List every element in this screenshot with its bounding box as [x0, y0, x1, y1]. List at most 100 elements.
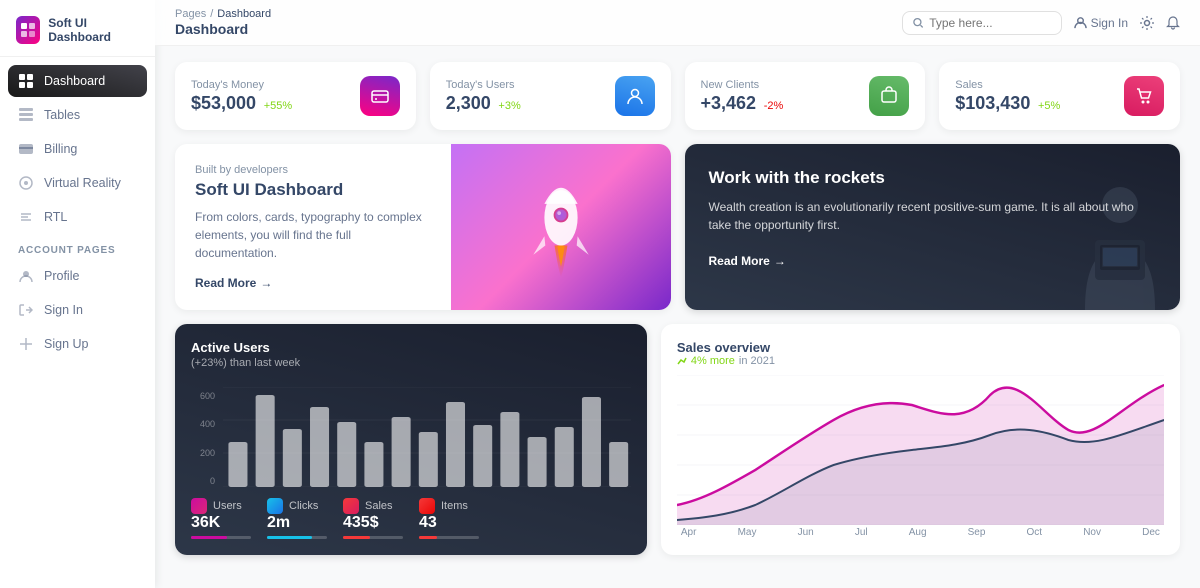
stat-sales-change: +5% — [1038, 100, 1060, 112]
x-axis-labels: AprMayJunJulAugSepOctNovDec — [677, 525, 1164, 538]
bar-chart-subtitle: (+23%) than last week — [191, 357, 300, 369]
sidebar-item-rtl[interactable]: RTL — [8, 201, 147, 233]
sidebar-item-billing-label: Billing — [44, 142, 77, 156]
line-chart-pct: 4% more — [691, 355, 735, 367]
stat-users-change: +3% — [498, 100, 520, 112]
dark-card-desc: Wealth creation is an evolutionarily rec… — [709, 198, 1157, 234]
stat-card-clients: New Clients +3,462 -2% — [685, 62, 926, 130]
metric-items-bar — [419, 536, 479, 539]
stat-icon-clients — [869, 76, 909, 116]
stat-label-sales: Sales — [955, 79, 1060, 91]
search-box[interactable] — [902, 11, 1062, 35]
promo-desc: From colors, cards, typography to comple… — [195, 208, 431, 262]
metric-users-label: Users — [213, 500, 242, 512]
main-content: Pages / Dashboard Dashboard Sign In — [155, 0, 1200, 588]
header: Pages / Dashboard Dashboard Sign In — [155, 0, 1200, 46]
stat-value-clients: +3,462 -2% — [701, 93, 784, 114]
tables-icon — [18, 107, 34, 123]
promo-read-more[interactable]: Read More → — [195, 276, 431, 290]
metric-sales-bar-fill — [343, 536, 370, 539]
stat-card-users: Today's Users 2,300 +3% — [430, 62, 671, 130]
page-title: Dashboard — [175, 21, 271, 37]
rocket-illustration — [516, 167, 606, 287]
sidebar-item-signup[interactable]: Sign Up — [8, 328, 147, 360]
promo-card: Built by developers Soft UI Dashboard Fr… — [175, 144, 671, 310]
stat-icon-money — [360, 76, 400, 116]
stat-icon-users — [615, 76, 655, 116]
stat-card-money: Today's Money $53,000 +55% — [175, 62, 416, 130]
bar-chart-svg — [223, 387, 631, 487]
stat-info-users: Today's Users 2,300 +3% — [446, 79, 521, 114]
metric-clicks-label: Clicks — [289, 500, 318, 512]
line-chart-year: in 2021 — [739, 355, 775, 367]
stat-users-amount: 2,300 — [446, 93, 491, 113]
metric-users-header: Users — [191, 498, 251, 514]
logo-area: Soft UI Dashboard — [0, 12, 155, 57]
breadcrumb-sep: / — [210, 8, 213, 20]
promo-image — [451, 144, 671, 310]
header-signin[interactable]: Sign In — [1074, 16, 1128, 30]
header-settings[interactable] — [1140, 16, 1154, 30]
stat-card-sales: Sales $103,430 +5% — [939, 62, 1180, 130]
metric-clicks-bar — [267, 536, 327, 539]
billing-icon — [18, 141, 34, 157]
stat-label-users: Today's Users — [446, 79, 521, 91]
settings-icon — [1140, 16, 1154, 30]
line-chart-card: Sales overview 4% more in 2021 — [661, 324, 1180, 555]
stat-sales-amount: $103,430 — [955, 93, 1030, 113]
sidebar-item-billing[interactable]: Billing — [8, 133, 147, 165]
y-axis-labels: 6004002000 — [191, 387, 215, 490]
sidebar-item-dashboard-label: Dashboard — [44, 74, 105, 88]
line-chart-header: Sales overview 4% more in 2021 — [677, 340, 1164, 367]
metric-users: Users 36K — [191, 498, 251, 539]
middle-row: Built by developers Soft UI Dashboard Fr… — [175, 144, 1180, 310]
dark-card-read-more[interactable]: Read More → — [709, 254, 1157, 268]
stat-info-clients: New Clients +3,462 -2% — [701, 79, 784, 114]
dark-card-read-more-text: Read More — [709, 254, 770, 268]
dark-card: Work with the rockets Wealth creation is… — [685, 144, 1181, 310]
logo-icon — [16, 16, 40, 44]
bottom-row: Active Users (+23%) than last week 60040… — [175, 324, 1180, 555]
sidebar-item-rtl-label: RTL — [44, 210, 67, 224]
stat-value-users: 2,300 +3% — [446, 93, 521, 114]
metric-sales-bar — [343, 536, 403, 539]
metric-items-icon — [419, 498, 435, 514]
metric-users-value: 36K — [191, 514, 251, 532]
sidebar: Soft UI Dashboard Dashboard Tables Billi… — [0, 0, 155, 588]
search-input[interactable] — [929, 16, 1050, 30]
promo-read-more-text: Read More — [195, 276, 256, 290]
sidebar-item-signup-label: Sign Up — [44, 337, 88, 351]
metric-items-value: 43 — [419, 514, 479, 532]
metric-users-bar — [191, 536, 251, 539]
content-area: Today's Money $53,000 +55% Today's Users… — [155, 46, 1200, 588]
breadcrumb: Pages / Dashboard Dashboard — [175, 8, 271, 37]
line-chart-title: Sales overview — [677, 340, 1164, 355]
stat-clients-change: -2% — [764, 100, 784, 112]
sidebar-item-signin-label: Sign In — [44, 303, 83, 317]
sidebar-item-signin[interactable]: Sign In — [8, 294, 147, 326]
stat-info-money: Today's Money $53,000 +55% — [191, 79, 292, 114]
bell-icon — [1166, 16, 1180, 30]
bar-chart-title: Active Users — [191, 340, 300, 355]
sidebar-item-dashboard[interactable]: Dashboard — [8, 65, 147, 97]
sidebar-item-vr[interactable]: Virtual Reality — [8, 167, 147, 199]
profile-icon — [18, 268, 34, 284]
sidebar-item-tables[interactable]: Tables — [8, 99, 147, 131]
chart-metrics: Users 36K Clicks 2m — [191, 498, 631, 539]
line-chart-area — [677, 375, 1164, 525]
search-icon — [913, 17, 924, 29]
account-section-label: ACCOUNT PAGES — [8, 235, 147, 260]
bar-chart-area — [223, 387, 631, 490]
breadcrumb-current: Dashboard — [217, 8, 271, 20]
sidebar-item-profile[interactable]: Profile — [8, 260, 147, 292]
stat-label-clients: New Clients — [701, 79, 784, 91]
metric-sales-value: 435$ — [343, 514, 403, 532]
header-notifications[interactable] — [1166, 16, 1180, 30]
metric-items-label: Items — [441, 500, 468, 512]
promo-arrow: → — [260, 276, 272, 290]
metric-clicks-bar-fill — [267, 536, 312, 539]
promo-title: Soft UI Dashboard — [195, 180, 431, 200]
header-signin-label: Sign In — [1091, 16, 1128, 30]
stat-cards: Today's Money $53,000 +55% Today's Users… — [175, 62, 1180, 130]
sidebar-item-tables-label: Tables — [44, 108, 80, 122]
